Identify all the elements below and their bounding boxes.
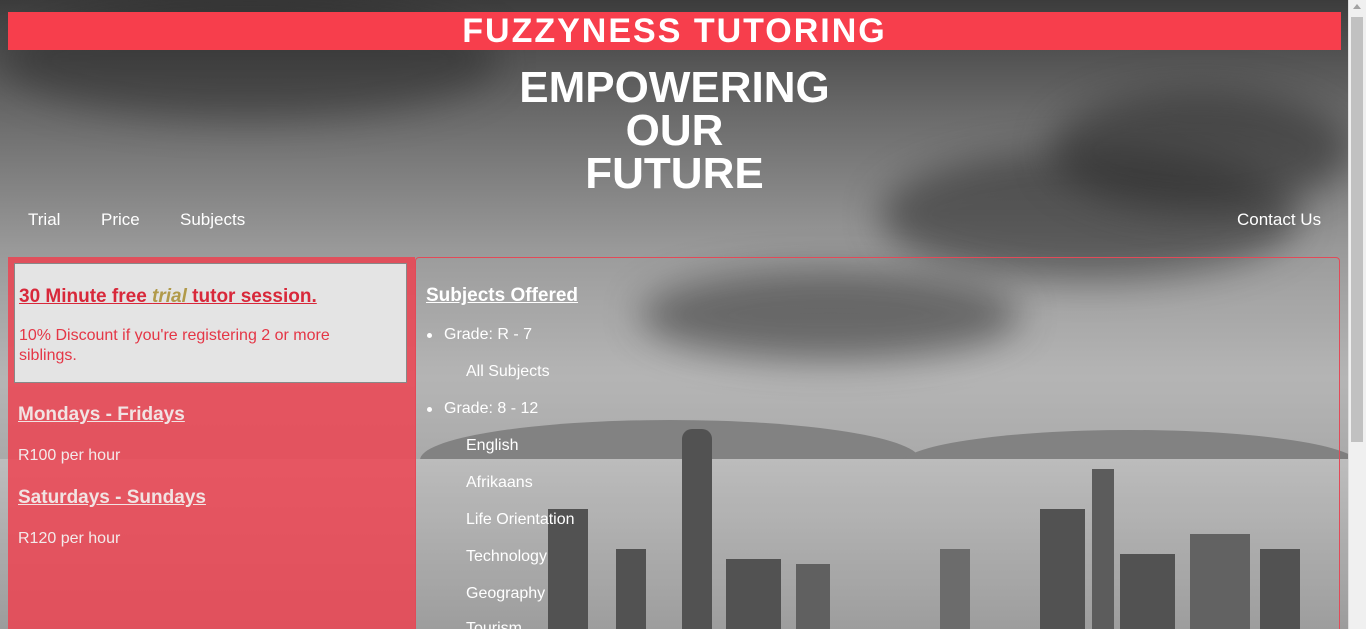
vertical-scrollbar[interactable] (1348, 0, 1366, 629)
subject-item: All Subjects (466, 363, 550, 380)
weekend-heading: Saturdays - Sundays (18, 487, 206, 508)
nav-subjects-link[interactable]: Subjects (180, 210, 245, 230)
scroll-up-arrow-icon[interactable] (1353, 4, 1361, 9)
sibling-discount-text: 10% Discount if you're registering 2 or … (19, 327, 330, 364)
subject-item: Geography (466, 585, 546, 602)
scrollbar-thumb[interactable] (1351, 17, 1363, 442)
subjects-panel: Subjects Offered Grade: R - 7 All Subjec… (415, 257, 1340, 629)
weekdays-heading: Mondays - Fridays (18, 404, 185, 425)
trial-heading: 30 Minute free trial tutor session. (19, 286, 317, 308)
nav-price-link[interactable]: Price (101, 210, 140, 230)
trial-offer-box: 30 Minute free trial tutor session. 10% … (14, 263, 407, 383)
subject-item: Tourism (466, 620, 523, 629)
trial-heading-start: 30 Minute free (19, 286, 153, 307)
subject-item: Afrikaans (466, 474, 533, 491)
grade-group-primary: Grade: R - 7 (426, 326, 533, 343)
pricing-panel: 30 Minute free trial tutor session. 10% … (8, 257, 415, 629)
weekdays-price: R100 per hour (18, 447, 121, 464)
trial-heading-end: tutor session. (186, 286, 317, 307)
hero-tagline: EMPOWERING OUR FUTURE (0, 63, 1349, 198)
nav-contact-link[interactable]: Contact Us (1237, 210, 1321, 230)
subjects-title: Subjects Offered (426, 285, 579, 306)
subject-item: English (466, 437, 519, 454)
hero-line-2: OUR (625, 106, 724, 155)
grade-group-high-school: Grade: 8 - 12 (426, 400, 539, 417)
nav-trial-link[interactable]: Trial (28, 210, 60, 230)
hero-line-1: EMPOWERING (519, 63, 830, 112)
subject-item: Life Orientation (466, 511, 575, 528)
site-title: FUZZYNESS TUTORING (8, 12, 1341, 50)
weekend-price: R120 per hour (18, 530, 121, 547)
subject-item: Technology (466, 548, 547, 565)
hero-line-3: FUTURE (585, 149, 764, 198)
trial-heading-word: trial (152, 286, 187, 307)
